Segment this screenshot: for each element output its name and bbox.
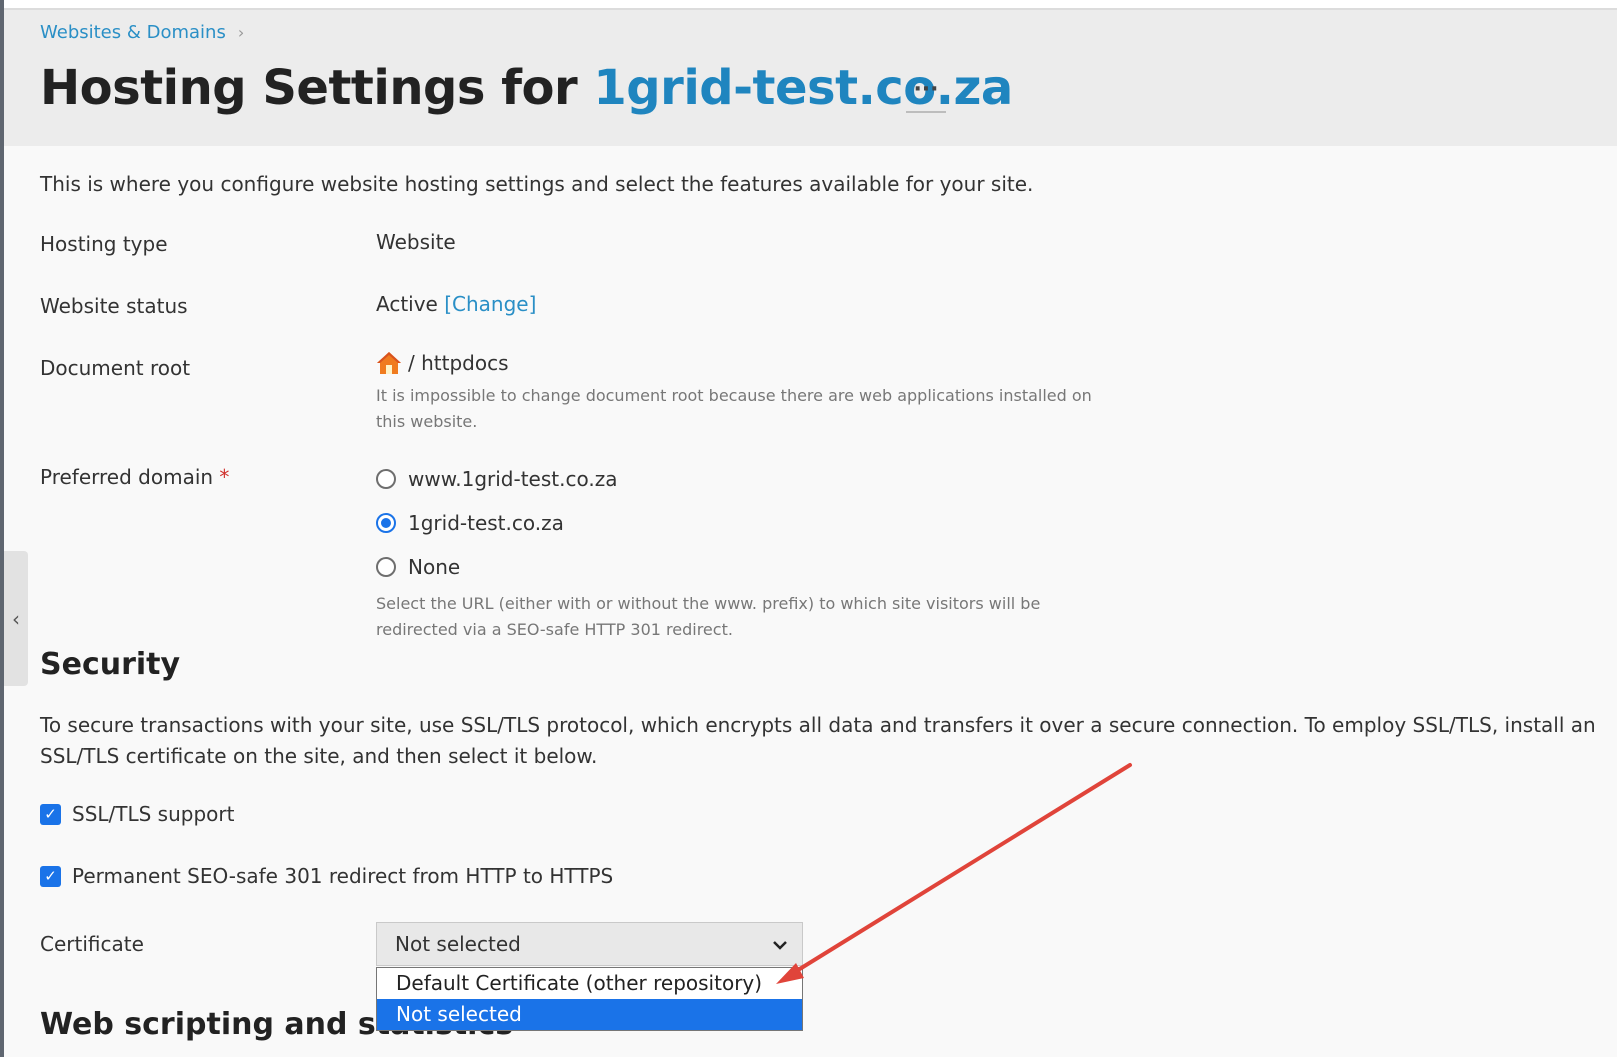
- breadcrumb: Websites & Domains ›: [40, 22, 244, 43]
- document-root-value: / httpdocs: [376, 350, 509, 376]
- sidebar-collapse-toggle[interactable]: ‹: [4, 551, 28, 686]
- preferred-domain-hint: Select the URL (either with or without t…: [376, 591, 1166, 643]
- page-title: Hosting Settings for 1grid-test.co.za: [40, 60, 1013, 116]
- radio-option-none[interactable]: None: [376, 555, 460, 579]
- certificate-option-not-selected[interactable]: Not selected: [377, 999, 802, 1030]
- redirect-https-option[interactable]: ✓ Permanent SEO-safe 301 redirect from H…: [40, 864, 613, 888]
- radio-www[interactable]: [376, 469, 396, 489]
- top-border: [0, 0, 1617, 10]
- annotation-arrow: [776, 763, 1132, 984]
- document-root-hint: It is impossible to change document root…: [376, 383, 1166, 435]
- certificate-option-default[interactable]: Default Certificate (other repository): [377, 968, 802, 999]
- page-title-prefix: Hosting Settings for: [40, 60, 578, 116]
- radio-none-label: None: [408, 555, 461, 579]
- radio-option-www[interactable]: www.1grid-test.co.za: [376, 467, 617, 491]
- chevron-down-icon: [772, 932, 788, 956]
- ssl-support-option[interactable]: ✓ SSL/TLS support: [40, 802, 234, 826]
- change-status-link[interactable]: [Change]: [444, 292, 536, 316]
- certificate-selected-value: Not selected: [395, 932, 521, 956]
- hosting-type-label: Hosting type: [40, 232, 168, 256]
- security-section-title: Security: [40, 647, 181, 682]
- redirect-https-label: Permanent SEO-safe 301 redirect from HTT…: [72, 864, 614, 888]
- document-root-path: / httpdocs: [408, 351, 509, 375]
- page-title-domain: 1grid-test.co.za: [593, 60, 1013, 116]
- required-mark: *: [219, 465, 230, 489]
- ssl-support-label: SSL/TLS support: [72, 802, 235, 826]
- intro-text: This is where you configure website host…: [40, 172, 1034, 196]
- radio-www-label: www.1grid-test.co.za: [408, 467, 618, 491]
- website-status-value: Active [Change]: [376, 292, 536, 316]
- hosting-type-value: Website: [376, 230, 456, 254]
- radio-bare-label: 1grid-test.co.za: [408, 511, 564, 535]
- security-description: To secure transactions with your site, u…: [40, 713, 1596, 768]
- radio-bare[interactable]: [376, 513, 396, 533]
- radio-none[interactable]: [376, 557, 396, 577]
- certificate-label: Certificate: [40, 932, 144, 956]
- radio-option-bare[interactable]: 1grid-test.co.za: [376, 511, 564, 535]
- preferred-domain-hint-line1: Select the URL (either with or without t…: [376, 594, 1041, 613]
- preferred-domain-label-text: Preferred domain: [40, 465, 214, 489]
- certificate-select[interactable]: Not selected: [376, 922, 803, 966]
- sidebar-edge: [0, 0, 4, 1057]
- preferred-domain-label: Preferred domain *: [40, 465, 229, 489]
- chevron-left-icon: ‹: [12, 606, 20, 631]
- more-actions-button[interactable]: ···: [906, 78, 946, 113]
- home-icon: [376, 350, 402, 376]
- document-root-hint-line2: this website.: [376, 412, 478, 431]
- website-status-label: Website status: [40, 294, 188, 318]
- ssl-support-checkbox[interactable]: ✓: [40, 803, 61, 825]
- preferred-domain-hint-line2: redirected via a SEO-safe HTTP 301 redir…: [376, 620, 733, 639]
- breadcrumb-websites-domains[interactable]: Websites & Domains: [40, 22, 226, 43]
- certificate-dropdown-list: Default Certificate (other repository) N…: [376, 967, 803, 1031]
- document-root-hint-line1: It is impossible to change document root…: [376, 386, 1092, 405]
- document-root-label: Document root: [40, 356, 191, 380]
- redirect-https-checkbox[interactable]: ✓: [40, 865, 61, 887]
- website-status-text: Active: [376, 292, 438, 316]
- breadcrumb-separator-icon: ›: [237, 23, 245, 42]
